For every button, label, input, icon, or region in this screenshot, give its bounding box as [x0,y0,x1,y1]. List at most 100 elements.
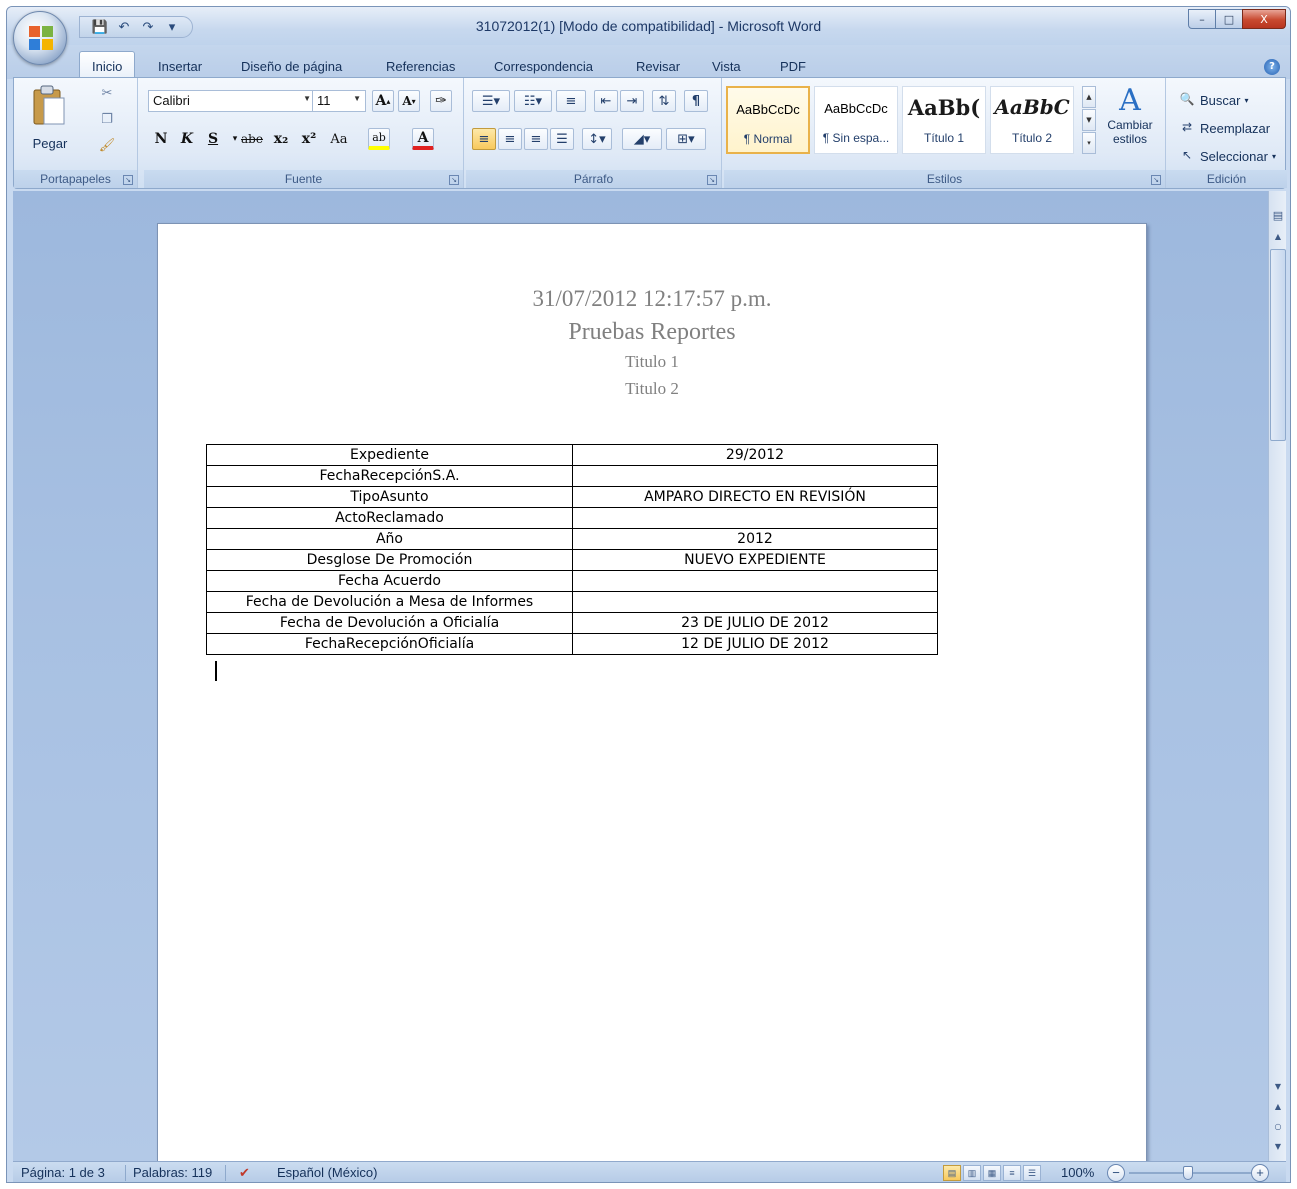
styles-scroll-down-icon[interactable]: ▼ [1082,109,1096,131]
bold-button[interactable]: N [150,128,172,150]
outline-view-icon[interactable]: ≡ [1003,1165,1021,1181]
table-cell-value[interactable] [572,465,938,487]
table-cell-value[interactable] [572,507,938,529]
select-button[interactable]: ↖ Seleccionar ▾ [1178,148,1276,164]
align-left-icon[interactable]: ≡ [472,128,496,150]
next-page-icon[interactable]: ▼ [1270,1139,1286,1155]
style-sin-espaciado[interactable]: AaBbCcDc ¶ Sin espa... [814,86,898,154]
tab-revisar[interactable]: Revisar [628,57,688,76]
subscript-button[interactable]: x₂ [270,128,292,150]
table-cell-label[interactable]: FechaRecepciónS.A. [206,465,573,487]
language[interactable]: Español (México) [277,1165,377,1180]
close-button[interactable]: X [1242,9,1286,29]
numbering-icon[interactable]: ☷▾ [514,90,552,112]
table-cell-label[interactable]: Fecha de Devolución a Oficialía [206,612,573,634]
paragraph-launcher-icon[interactable]: ↘ [707,175,717,185]
shading-icon[interactable]: ◢▾ [622,128,662,150]
vertical-scrollbar[interactable]: ▤ ▲ ▼ ▲ ○ ▼ [1268,191,1286,1161]
full-screen-reading-icon[interactable]: ▥ [963,1165,981,1181]
previous-page-icon[interactable]: ▲ [1270,1099,1286,1115]
align-center-icon[interactable]: ≡ [498,128,522,150]
table-cell-value[interactable] [572,591,938,613]
copy-icon[interactable]: ❐ [98,112,116,130]
cut-icon[interactable]: ✂ [98,86,116,104]
clipboard-launcher-icon[interactable]: ↘ [123,175,133,185]
tab-correspondencia[interactable]: Correspondencia [486,57,601,76]
scroll-down-icon[interactable]: ▼ [1270,1079,1286,1095]
style-titulo-1[interactable]: AaBb( Título 1 [902,86,986,154]
table-cell-label[interactable]: Expediente [206,444,573,466]
styles-more-icon[interactable]: ▾ [1082,132,1096,154]
minimize-button[interactable]: – [1188,9,1216,29]
clear-format-icon[interactable]: ✑ [430,90,452,112]
show-marks-icon[interactable]: ¶ [684,90,708,112]
zoom-level[interactable]: 100% [1061,1165,1094,1180]
tab-diseno-pagina[interactable]: Diseño de página [233,57,350,76]
maximize-button[interactable]: □ [1215,9,1243,29]
bullets-icon[interactable]: ☰▾ [472,90,510,112]
font-color-button[interactable]: A [412,128,434,150]
scrollbar-thumb[interactable] [1270,249,1286,441]
format-painter-icon[interactable]: 🖌 [98,138,116,156]
web-layout-icon[interactable]: ▦ [983,1165,1001,1181]
report-table[interactable]: Expediente 29/2012 FechaRecepciónS.A. Tip… [206,444,938,655]
styles-launcher-icon[interactable]: ↘ [1151,175,1161,185]
align-right-icon[interactable]: ≡ [524,128,548,150]
find-button[interactable]: 🔍 Buscar ▾ [1178,92,1249,108]
font-launcher-icon[interactable]: ↘ [449,175,459,185]
browse-object-icon[interactable]: ○ [1270,1119,1286,1135]
justify-icon[interactable]: ☰ [550,128,574,150]
zoom-slider-thumb[interactable] [1183,1166,1193,1180]
font-family-select[interactable]: Calibri ▼ [148,90,316,112]
table-cell-label[interactable]: FechaRecepciónOficialía [206,633,573,655]
replace-button[interactable]: ⇄ Reemplazar [1178,120,1270,136]
table-cell-value[interactable] [572,570,938,592]
underline-button[interactable]: S [202,128,224,150]
style-normal[interactable]: AaBbCcDc ¶ Normal [726,86,810,154]
word-count[interactable]: Palabras: 119 [133,1165,212,1180]
superscript-button[interactable]: x² [298,128,320,150]
tab-referencias[interactable]: Referencias [378,57,463,76]
tab-vista[interactable]: Vista [704,57,749,76]
table-cell-value[interactable]: AMPARO DIRECTO EN REVISIÓN [572,486,938,508]
table-cell-label[interactable]: ActoReclamado [206,507,573,529]
grow-font-button[interactable]: A ▴ [372,90,394,112]
scroll-up-icon[interactable]: ▲ [1270,229,1286,245]
paste-button[interactable]: Pegar [26,84,74,164]
change-styles-button[interactable]: A Cambiar estilos [1100,84,1160,164]
table-cell-value[interactable]: NUEVO EXPEDIENTE [572,549,938,571]
font-size-select[interactable]: 11 ▼ [312,90,366,112]
strikethrough-button[interactable]: abe [240,128,264,150]
change-case-button[interactable]: Aa [328,128,350,150]
document-page[interactable]: 31/07/2012 12:17:57 p.m. Pruebas Reporte… [157,223,1147,1182]
increase-indent-icon[interactable]: ⇥ [620,90,644,112]
tab-pdf[interactable]: PDF [772,57,814,76]
office-button[interactable] [13,11,67,65]
table-cell-label[interactable]: Fecha de Devolución a Mesa de Informes [206,591,573,613]
sort-icon[interactable]: ⇅ [652,90,676,112]
table-cell-label[interactable]: TipoAsunto [206,486,573,508]
table-cell-value[interactable]: 23 DE JULIO DE 2012 [572,612,938,634]
styles-scroll-up-icon[interactable]: ▲ [1082,86,1096,108]
style-titulo-2[interactable]: AaBbC Título 2 [990,86,1074,154]
draft-view-icon[interactable]: ☰ [1023,1165,1041,1181]
line-spacing-icon[interactable]: ↕▾ [582,128,612,150]
table-cell-value[interactable]: 2012 [572,528,938,550]
ruler-toggle-icon[interactable]: ▤ [1270,209,1286,225]
multilevel-list-icon[interactable]: ≡ [556,90,586,112]
zoom-in-icon[interactable]: + [1251,1164,1269,1182]
table-cell-label[interactable]: Año [206,528,573,550]
italic-button[interactable]: K [176,128,198,150]
proofing-icon[interactable]: ✔ [239,1165,250,1181]
table-cell-value[interactable]: 12 DE JULIO DE 2012 [572,633,938,655]
help-icon[interactable]: ? [1264,59,1280,75]
table-cell-value[interactable]: 29/2012 [572,444,938,466]
highlight-button[interactable]: ab [368,128,390,150]
table-cell-label[interactable]: Fecha Acuerdo [206,570,573,592]
table-cell-label[interactable]: Desglose De Promoción [206,549,573,571]
print-layout-view-icon[interactable]: ▤ [943,1165,961,1181]
borders-icon[interactable]: ⊞▾ [666,128,706,150]
decrease-indent-icon[interactable]: ⇤ [594,90,618,112]
zoom-out-icon[interactable]: − [1107,1164,1125,1182]
shrink-font-button[interactable]: A ▾ [398,90,420,112]
